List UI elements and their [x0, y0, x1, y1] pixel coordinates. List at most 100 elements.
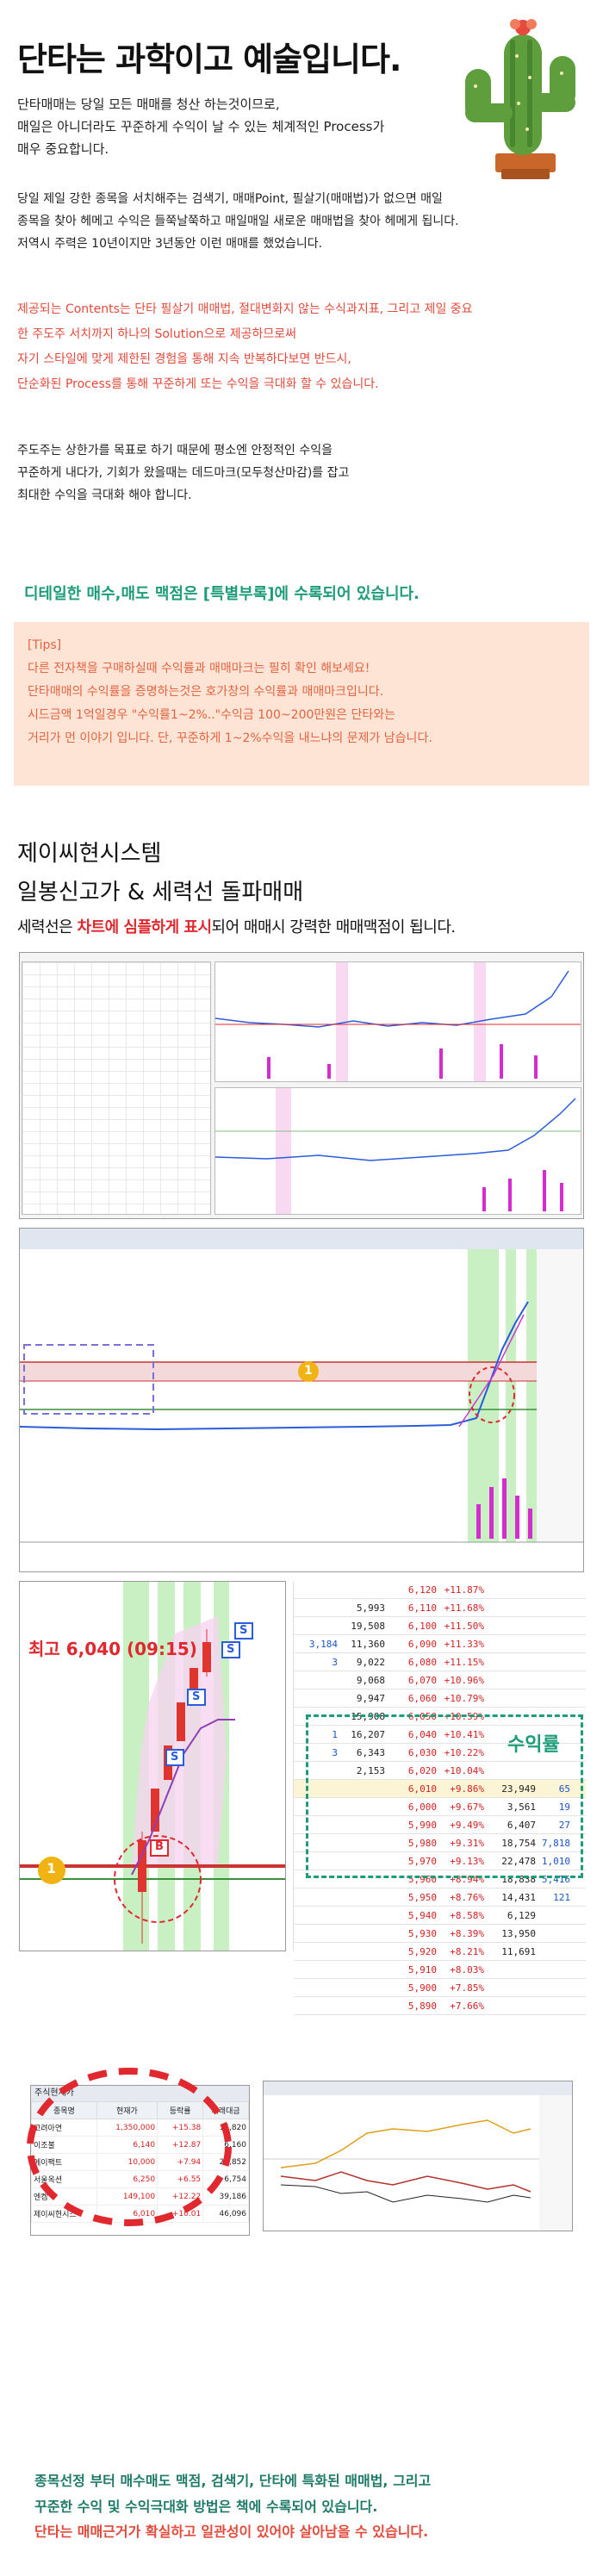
order-book-cell [341, 1979, 389, 1996]
high-price-label: 최고 6,040 (09:15) [28, 1639, 197, 1659]
comparison-line-chart [263, 2081, 573, 2231]
order-book-row: 3 9,022 6,080 +11.15% [294, 1653, 586, 1671]
order-book-cell [539, 1581, 574, 1598]
order-book-cell [488, 1689, 539, 1707]
order-book-cell [539, 1635, 574, 1652]
order-book-cell: +11.68% [444, 1602, 484, 1614]
order-book-row: 19,508 6,100 +11.50% [294, 1617, 586, 1635]
order-book-row: 5,920 +8.21% 11,691 [294, 1943, 586, 1961]
order-book-cell [294, 1997, 341, 2014]
red-dashed-circle [27, 2068, 232, 2226]
intraday-breakout-chart [20, 1229, 583, 1543]
order-book-row: 5,940 +8.58% 6,129 [294, 1907, 586, 1925]
order-book-cell: +8.03% [450, 1964, 484, 1976]
order-book-row: 5,910 +8.03% [294, 1961, 586, 1979]
order-book-cell: 6,080 [407, 1657, 437, 1668]
chart-top [214, 962, 581, 1081]
order-book-cell [488, 1617, 539, 1634]
order-book-cell: 5,920 [407, 1946, 437, 1957]
order-book-cell [341, 1997, 389, 2014]
order-book-cell [539, 1943, 574, 1960]
intro-text: 단타매매는 당일 모든 매매를 청산 하는것이므로, 매일은 아니더라도 꾸준하… [17, 96, 385, 157]
order-book-cell [488, 1581, 539, 1598]
order-book-cell [539, 1617, 574, 1634]
order-book-cell [488, 1599, 539, 1616]
special-appendix-note: 디테일한 매수,매도 맥점은 [특별부록]에 수록되어 있습니다. [24, 585, 420, 603]
system-title: 제이씨현시스템 [17, 841, 162, 867]
order-book-cell [294, 1979, 341, 1996]
order-book-cell: 11,360 [351, 1639, 385, 1650]
paragraph-leading-stock: 주도주는 상한가를 목표로 하기 때문에 평소엔 안정적인 수익을 꾸준하게 내… [17, 444, 350, 502]
trading-terminal-screenshot-1 [19, 952, 584, 1219]
page-title: 단타는 과학이고 예술입니다. [17, 40, 401, 78]
marker-number-1: 1 [304, 1364, 313, 1378]
order-book-cell: 14,431 [501, 1892, 536, 1903]
order-book-cell: 121 [553, 1892, 570, 1903]
marker-s-2: S [192, 1690, 201, 1703]
order-book-cell: +8.58% [450, 1910, 484, 1921]
order-book-cell [488, 1997, 539, 2014]
order-book-cell: 5,890 [407, 2000, 437, 2012]
order-book-row: 5,930 +8.39% 13,950 [294, 1925, 586, 1943]
footer-text-1: 종목선정 부터 매수매도 맥점, 검색기, 단타에 특화된 매매법, 그리고 꾸… [34, 2473, 432, 2515]
order-book-cell [341, 1925, 389, 1942]
order-book-cell [341, 1581, 389, 1598]
order-book-cell: 6,100 [407, 1621, 437, 1632]
order-book-cell: +11.15% [444, 1657, 484, 1668]
order-book-cell [539, 1961, 574, 1978]
order-book-row: 3,184 11,360 6,090 +11.33% [294, 1635, 586, 1653]
order-book-cell: 5,940 [407, 1910, 437, 1921]
order-book-cell [539, 1653, 574, 1671]
order-book-cell [294, 1671, 341, 1689]
yield-label: 수익률 [507, 1734, 560, 1756]
order-book-cell [539, 1979, 574, 1996]
order-book-cell: 3,184 [308, 1639, 338, 1650]
order-book-cell [341, 1961, 389, 1978]
order-book-cell [488, 1961, 539, 1978]
order-book-cell [294, 1943, 341, 1960]
order-book-cell [539, 1997, 574, 2014]
marker-number-1-zoom: 1 [47, 1860, 57, 1876]
order-book-cell [488, 1979, 539, 1996]
order-book-cell [341, 1943, 389, 1960]
order-book-row: 9,947 6,060 +10.79% [294, 1689, 586, 1708]
order-book: 6,120 +11.87% 5,993 6,110 +11.68% 19,508 6,100… [293, 1581, 586, 2015]
marker-b: B [155, 1840, 164, 1853]
order-book-row: 5,950 +8.76% 14,431 121 [294, 1888, 586, 1907]
order-book-cell: +7.66% [450, 2000, 484, 2012]
order-book-cell: 19,508 [351, 1621, 385, 1632]
order-book-cell: 5,950 [407, 1892, 437, 1903]
order-book-cell [341, 1907, 389, 1924]
order-book-cell: 5,993 [356, 1602, 385, 1614]
order-book-cell: +8.21% [450, 1946, 484, 1957]
marker-s-1: S [171, 1751, 179, 1764]
order-book-cell: 6,110 [407, 1602, 437, 1614]
order-book-cell: 5,900 [407, 1982, 437, 1994]
order-book-cell: 6,090 [407, 1639, 437, 1650]
order-book-cell [539, 1599, 574, 1616]
order-book-cell: 9,947 [356, 1693, 385, 1704]
order-book-cell [294, 1925, 341, 1942]
trading-terminal-screenshot-2: 1 [19, 1228, 584, 1572]
order-book-cell [539, 1671, 574, 1689]
order-book-cell: 5,930 [407, 1928, 437, 1939]
cactus-icon [465, 19, 575, 179]
order-book-cell [488, 1671, 539, 1689]
order-book-row: 5,890 +7.66% [294, 1997, 586, 2015]
order-book-cell: +8.76% [450, 1892, 484, 1903]
order-book-cell: +8.39% [450, 1928, 484, 1939]
system-subtitle: 일봉신고가 & 세력선 돌파매매 [17, 880, 304, 905]
order-book-cell [294, 1888, 341, 1906]
order-book-cell: 13,950 [501, 1928, 536, 1939]
order-book-cell [294, 1907, 341, 1924]
order-book-cell [539, 1925, 574, 1942]
order-book-cell: 9,022 [356, 1657, 385, 1668]
order-book-cell: +11.33% [444, 1639, 484, 1650]
order-book-cell: +10.96% [444, 1675, 484, 1686]
order-book-cell: 6,129 [507, 1910, 536, 1921]
order-book-cell [488, 1635, 539, 1652]
order-book-cell: +11.87% [444, 1584, 484, 1596]
order-book-cell [294, 1961, 341, 1978]
order-book-cell [488, 1653, 539, 1671]
marker-s-3: S [227, 1643, 235, 1656]
